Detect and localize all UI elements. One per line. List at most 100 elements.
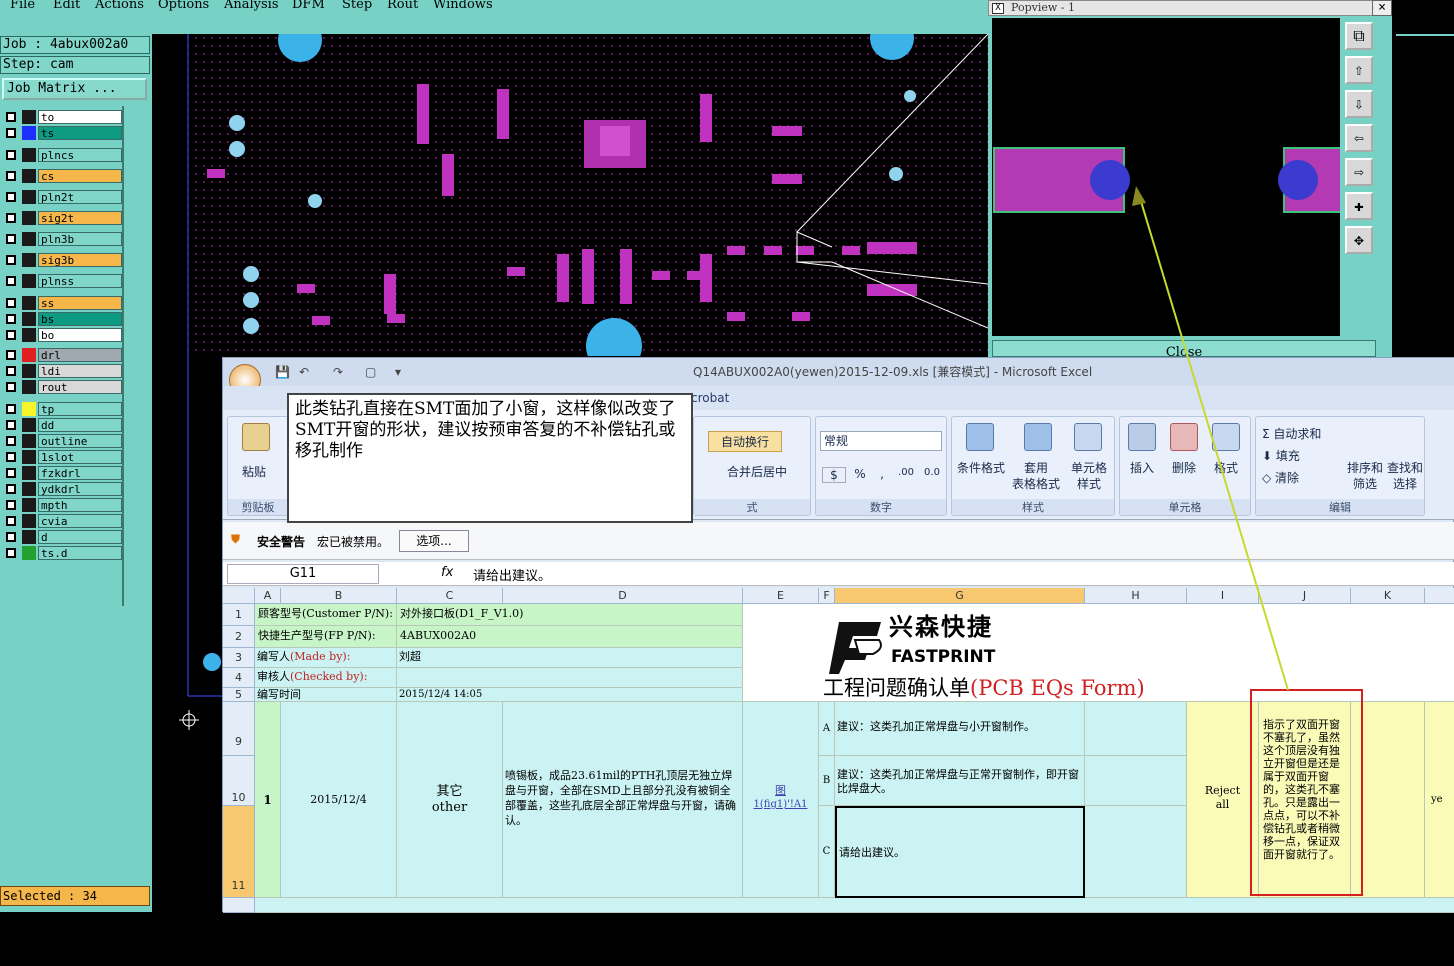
cell-f11[interactable]: C	[819, 806, 835, 898]
comma-button[interactable]: ,	[872, 467, 892, 481]
pcb-canvas[interactable]	[152, 34, 988, 356]
number-format-select[interactable]: 常规	[820, 431, 942, 451]
insert-button[interactable]: 插入	[1120, 459, 1164, 476]
layer-checkbox[interactable]	[6, 500, 16, 510]
layer-name[interactable]: dd	[38, 418, 122, 432]
format-button[interactable]: 格式	[1204, 459, 1248, 476]
layer-checkbox[interactable]	[6, 255, 16, 265]
currency-icon[interactable]: $	[822, 467, 846, 483]
col-header-j[interactable]: J	[1259, 588, 1351, 604]
wrap-text-button[interactable]: 自动换行	[708, 431, 782, 452]
cell-h10[interactable]	[1085, 756, 1187, 806]
menu-windows[interactable]: Windows	[433, 0, 493, 12]
conditional-format-button[interactable]: 条件格式	[954, 459, 1008, 476]
clear-button[interactable]: ◇ 清除	[1262, 469, 1332, 486]
sort-filter-button-line1[interactable]: 排序和	[1344, 459, 1386, 476]
job-matrix-button[interactable]: Job Matrix ...	[2, 78, 147, 100]
layer-row-ts-d[interactable]: ts.d	[4, 546, 122, 560]
layer-checkbox[interactable]	[6, 516, 16, 526]
layer-row-ss[interactable]: ss	[4, 296, 122, 310]
col-header-l[interactable]	[1425, 588, 1454, 604]
select-all-corner[interactable]	[223, 588, 255, 604]
cell-c5[interactable]: 2015/12/4 14:05	[397, 688, 743, 702]
zoom-out-icon[interactable]: ✥	[1345, 226, 1373, 254]
cell-b1[interactable]: 顾客型号(Customer P/N):	[255, 604, 397, 626]
row-header-9[interactable]: 9	[223, 702, 255, 756]
cell-a10[interactable]: 1	[255, 702, 281, 898]
layer-row-ydkdrl[interactable]: ydkdrl	[4, 482, 122, 496]
cell-b3[interactable]: 编写人(Made by):	[255, 648, 397, 668]
layer-checkbox[interactable]	[6, 532, 16, 542]
layer-row-cvia[interactable]: cvia	[4, 514, 122, 528]
layer-checkbox[interactable]	[6, 366, 16, 376]
layer-color-swatch[interactable]	[22, 434, 36, 448]
qat-redo-icon[interactable]: ↷	[333, 358, 343, 386]
layer-color-swatch[interactable]	[22, 232, 36, 246]
find-select-button-line2[interactable]: 选择	[1384, 475, 1426, 492]
layer-color-swatch[interactable]	[22, 450, 36, 464]
layer-checkbox[interactable]	[6, 468, 16, 478]
pan-up-icon[interactable]: ⇧	[1345, 56, 1373, 84]
layer-row-sig3b[interactable]: sig3b	[4, 253, 122, 267]
layer-name[interactable]: 1slot	[38, 450, 122, 464]
layer-color-swatch[interactable]	[22, 274, 36, 288]
cell-d10[interactable]: 喷锡板，成品23.61mil的PTH孔顶层无独立焊盘与开窗，全部在SMD上且部分…	[503, 702, 743, 898]
layer-name[interactable]: mpth	[38, 498, 122, 512]
layer-checkbox[interactable]	[6, 298, 16, 308]
decrease-decimal-button[interactable]: 0.0	[920, 467, 944, 478]
layer-row-ldi[interactable]: ldi	[4, 364, 122, 378]
layer-name[interactable]: fzkdrl	[38, 466, 122, 480]
layer-row-pln2t[interactable]: pln2t	[4, 190, 122, 204]
pan-left-icon[interactable]: ⇦	[1345, 124, 1373, 152]
layer-checkbox[interactable]	[6, 234, 16, 244]
layer-row-bo[interactable]: bo	[4, 328, 122, 342]
layer-name[interactable]: bs	[38, 312, 122, 326]
row-header-12[interactable]	[223, 898, 255, 913]
pan-right-icon[interactable]: ⇨	[1345, 158, 1373, 186]
cell-c2[interactable]: 4ABUX002A0	[397, 626, 743, 648]
layer-row-fzkdrl[interactable]: fzkdrl	[4, 466, 122, 480]
layer-row-ts[interactable]: ts	[4, 126, 122, 140]
layer-checkbox[interactable]	[6, 213, 16, 223]
col-header-f[interactable]: F	[819, 588, 835, 604]
layer-checkbox[interactable]	[6, 314, 16, 324]
layer-color-swatch[interactable]	[22, 546, 36, 560]
layer-row-sig2t[interactable]: sig2t	[4, 211, 122, 225]
layer-name[interactable]: cvia	[38, 514, 122, 528]
menu-rout[interactable]: Rout	[387, 0, 418, 12]
layer-name[interactable]: cs	[38, 169, 122, 183]
qat-undo-icon[interactable]: ↶	[299, 358, 309, 386]
layer-color-swatch[interactable]	[22, 312, 36, 326]
menu-dfm[interactable]: DFM	[292, 0, 325, 12]
find-select-button-line1[interactable]: 查找和	[1384, 459, 1426, 476]
pan-down-icon[interactable]: ⇩	[1345, 90, 1373, 118]
layer-row-drl[interactable]: drl	[4, 348, 122, 362]
layer-color-swatch[interactable]	[22, 296, 36, 310]
layer-color-swatch[interactable]	[22, 482, 36, 496]
cell-c10[interactable]: 其它 other	[397, 702, 503, 898]
layer-row-bs[interactable]: bs	[4, 312, 122, 326]
layer-name[interactable]: ss	[38, 296, 122, 310]
layer-checkbox[interactable]	[6, 350, 16, 360]
layer-row-dd[interactable]: dd	[4, 418, 122, 432]
row-header-3[interactable]: 3	[223, 648, 255, 668]
cell-b10[interactable]: 2015/12/4	[281, 702, 397, 898]
layer-row-plncs[interactable]: plncs	[4, 148, 122, 162]
cell-b5[interactable]: 编写时间	[255, 688, 397, 702]
layer-row-outline[interactable]: outline	[4, 434, 122, 448]
menu-step[interactable]: Step	[342, 0, 372, 12]
layer-color-swatch[interactable]	[22, 253, 36, 267]
layer-color-swatch[interactable]	[22, 211, 36, 225]
menu-actions[interactable]: Actions	[95, 0, 144, 12]
popview-canvas[interactable]	[992, 18, 1340, 336]
zoom-fit-icon[interactable]: ⧉	[1345, 22, 1373, 50]
col-header-d[interactable]: D	[503, 588, 743, 604]
cell-c4[interactable]	[397, 668, 743, 688]
layer-name[interactable]: d	[38, 530, 122, 544]
layer-checkbox[interactable]	[6, 192, 16, 202]
col-header-c[interactable]: C	[397, 588, 503, 604]
row-header-5[interactable]: 5	[223, 688, 255, 702]
row-header-10[interactable]: 10	[223, 756, 255, 806]
paste-button[interactable]: 粘贴	[228, 463, 280, 480]
layer-checkbox[interactable]	[6, 330, 16, 340]
